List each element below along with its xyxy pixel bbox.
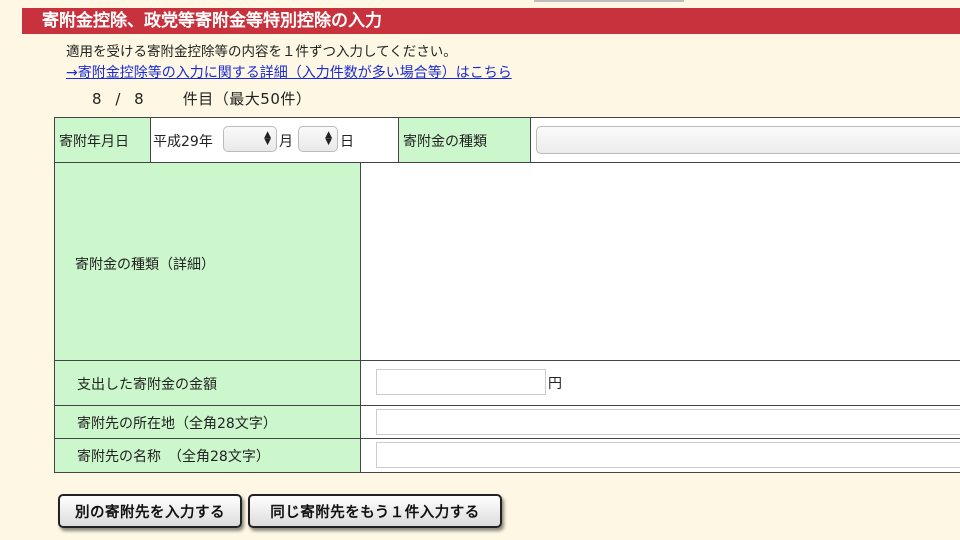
address-label: 寄附先の所在地（全角28文字） [77, 416, 277, 432]
type-label-cell: 寄附金の種類 [399, 118, 531, 163]
name-input[interactable] [376, 442, 960, 468]
enter-another-donee-button[interactable]: 別の寄附先を入力する [58, 494, 242, 528]
type-detail-label: 寄附金の種類（詳細） [75, 257, 215, 273]
amount-label-cell: 支出した寄附金の金額 [55, 361, 361, 406]
name-input-cell [361, 439, 960, 472]
instruction-text: 適用を受ける寄附金控除等の内容を１件ずつ入力してください。 [66, 44, 457, 60]
name-label: 寄附先の名称 （全角28文字） [77, 449, 270, 465]
type-detail-input-area[interactable] [361, 163, 960, 361]
amount-input[interactable] [376, 369, 546, 395]
counter-current: 8 [92, 90, 103, 108]
entry-counter: 8 / 8 件目（最大50件） [92, 88, 311, 109]
date-label-cell: 寄附年月日 [55, 118, 151, 163]
amount-input-cell: 円 [361, 361, 960, 406]
era-year-text: 平成29年 [153, 134, 213, 150]
section-title: 寄附金控除、政党等寄附金等特別控除の入力 [22, 8, 960, 34]
amount-label: 支出した寄附金の金額 [77, 377, 217, 393]
type-select-cell [531, 118, 960, 163]
month-unit: 月 [279, 134, 293, 150]
top-edge-bar [534, 0, 684, 2]
amount-unit: 円 [548, 376, 562, 392]
enter-same-donee-again-button[interactable]: 同じ寄附先をもう１件入力する [248, 494, 502, 528]
donation-type-select[interactable] [536, 126, 960, 154]
date-label: 寄附年月日 [59, 134, 129, 150]
address-input[interactable] [376, 409, 960, 435]
address-input-cell [361, 406, 960, 439]
stepper-arrows-icon: ▲ ▼ [325, 130, 332, 147]
counter-sep: / [115, 90, 121, 108]
counter-suffix: 件目（最大50件） [182, 90, 312, 108]
type-detail-label-cell: 寄附金の種類（詳細） [55, 163, 361, 361]
type-label: 寄附金の種類 [403, 134, 487, 150]
name-label-cell: 寄附先の名称 （全角28文字） [55, 439, 361, 472]
counter-total: 8 [134, 90, 145, 108]
month-stepper[interactable]: ▲ ▼ [223, 126, 277, 152]
detail-link[interactable]: →寄附金控除等の入力に関する詳細（入力件数が多い場合等）はこちら [66, 62, 512, 82]
day-stepper[interactable]: ▲ ▼ [298, 126, 338, 152]
address-label-cell: 寄附先の所在地（全角28文字） [55, 406, 361, 439]
day-unit: 日 [340, 134, 354, 150]
date-input-cell: 平成29年 ▲ ▼ 月 ▲ ▼ 日 [151, 118, 399, 163]
stepper-arrows-icon: ▲ ▼ [264, 130, 271, 147]
donation-form-table: 寄附年月日 平成29年 ▲ ▼ 月 ▲ ▼ 日 寄附金の種類 寄附金の種類（詳細） … [54, 117, 960, 473]
